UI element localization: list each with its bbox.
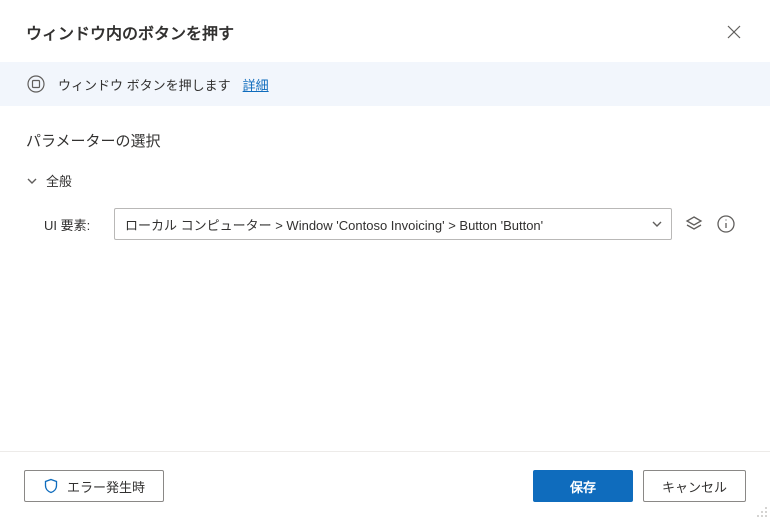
more-info-link[interactable]: 詳細 bbox=[243, 75, 269, 94]
info-icon bbox=[716, 214, 736, 234]
group-header-general[interactable]: 全般 bbox=[26, 171, 744, 190]
parameter-info-button[interactable] bbox=[716, 214, 736, 234]
cancel-label: キャンセル bbox=[662, 477, 727, 496]
resize-grip-icon[interactable] bbox=[756, 506, 768, 518]
on-error-label: エラー発生時 bbox=[67, 477, 145, 496]
shield-icon bbox=[43, 478, 59, 494]
footer-actions: 保存 キャンセル bbox=[533, 470, 746, 502]
save-button[interactable]: 保存 bbox=[533, 470, 633, 502]
ui-element-dropdown[interactable]: ローカル コンピューター > Window 'Contoso Invoicing… bbox=[114, 208, 672, 240]
dialog-body: パラメーターの選択 全般 UI 要素: ローカル コンピューター > Windo… bbox=[0, 106, 770, 451]
action-type-icon bbox=[26, 74, 46, 94]
close-icon bbox=[727, 25, 741, 39]
dialog-title: ウィンドウ内のボタンを押す bbox=[26, 20, 234, 44]
on-error-button[interactable]: エラー発生時 bbox=[24, 470, 164, 502]
dialog-footer: エラー発生時 保存 キャンセル bbox=[0, 451, 770, 520]
dialog: ウィンドウ内のボタンを押す ウィンドウ ボタンを押します 詳細 パラメーターの選… bbox=[0, 0, 770, 520]
layers-icon bbox=[684, 214, 704, 234]
info-text: ウィンドウ ボタンを押します bbox=[58, 75, 231, 94]
close-button[interactable] bbox=[724, 22, 744, 42]
save-label: 保存 bbox=[570, 477, 596, 496]
section-title: パラメーターの選択 bbox=[26, 130, 744, 151]
ui-element-picker-button[interactable] bbox=[684, 214, 704, 234]
chevron-down-icon bbox=[26, 175, 38, 187]
dropdown-value: ローカル コンピューター > Window 'Contoso Invoicing… bbox=[125, 215, 543, 234]
chevron-down-icon bbox=[651, 218, 663, 230]
cancel-button[interactable]: キャンセル bbox=[643, 470, 746, 502]
param-row-ui-element: UI 要素: ローカル コンピューター > Window 'Contoso In… bbox=[26, 208, 744, 240]
info-banner: ウィンドウ ボタンを押します 詳細 bbox=[0, 62, 770, 106]
dialog-header: ウィンドウ内のボタンを押す bbox=[0, 0, 770, 62]
param-label: UI 要素: bbox=[44, 215, 102, 234]
group-label: 全般 bbox=[46, 171, 72, 190]
